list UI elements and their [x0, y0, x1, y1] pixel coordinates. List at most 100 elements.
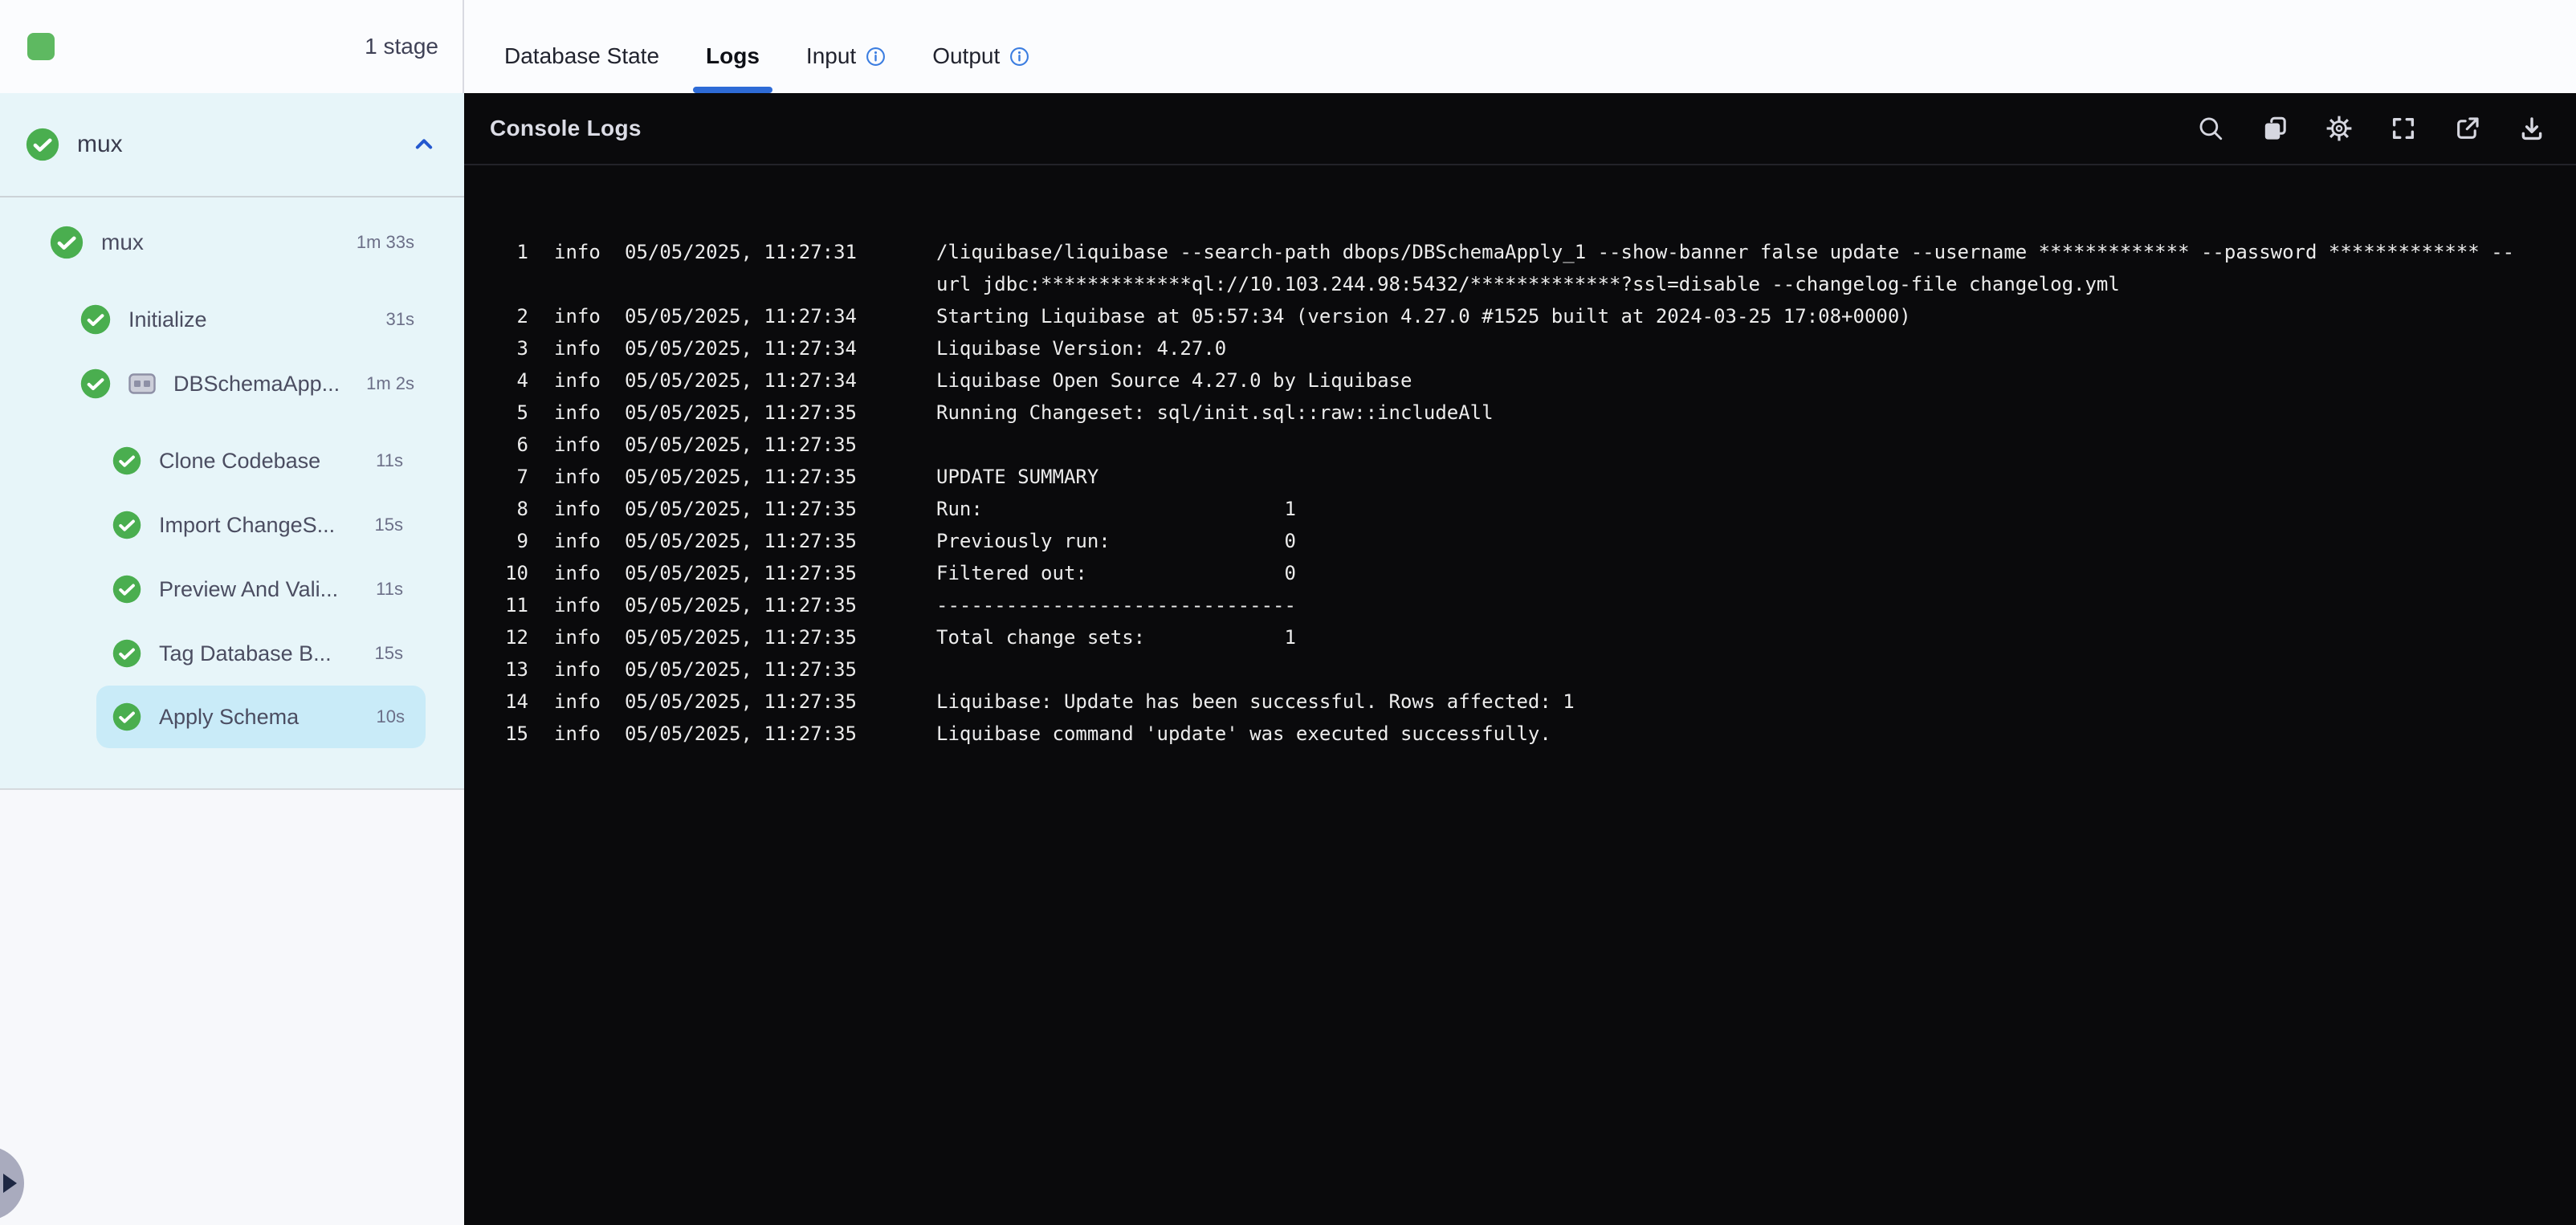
- success-check-icon: [112, 575, 141, 604]
- success-check-icon: [112, 511, 141, 539]
- log-toolbar: [2197, 115, 2545, 142]
- stage-status-chip[interactable]: [27, 33, 55, 60]
- log-line-number: 15: [505, 722, 528, 745]
- log-level: info: [554, 241, 601, 263]
- log-message: [936, 653, 2550, 686]
- log-timestamp: 05/05/2025, 11:27:35: [625, 433, 857, 456]
- open-in-new-icon[interactable]: [2454, 115, 2481, 142]
- console-log-header: Console Logs: [464, 93, 2576, 165]
- log-level: info: [554, 722, 601, 745]
- log-message: Total change sets: 1: [936, 626, 1296, 649]
- download-icon[interactable]: [2518, 115, 2545, 142]
- log-message: Previously run: 0: [936, 530, 1296, 552]
- log-timestamp: 05/05/2025, 11:27:35: [625, 530, 857, 552]
- tree-node-apply-schema[interactable]: Apply Schema 10s: [96, 686, 426, 748]
- stage-panel: mux mux 1m 33s Initialize 31s DBSchemaApp...…: [0, 93, 464, 790]
- stage-name: mux: [77, 131, 123, 157]
- tree-node-import-changes[interactable]: Import ChangeS... 15s: [0, 493, 464, 557]
- info-icon[interactable]: [866, 47, 886, 67]
- log-level: info: [554, 305, 601, 328]
- log-line: 8 info 05/05/2025, 11:27:35 Run: 1: [504, 493, 2550, 525]
- log-line: 1 info 05/05/2025, 11:27:31 /liquibase/l…: [504, 236, 2550, 300]
- log-message: Liquibase: Update has been successful. R…: [936, 690, 1575, 713]
- log-message: Liquibase Version: 4.27.0: [936, 337, 1227, 360]
- log-message: Run: 1: [936, 498, 1296, 520]
- tree-node-label: DBSchemaApp...: [173, 371, 340, 396]
- log-level: info: [554, 594, 601, 617]
- log-timestamp: 05/05/2025, 11:27:35: [625, 562, 857, 584]
- detail-tabs: Database State Logs Input Output: [464, 0, 1029, 93]
- fullscreen-icon[interactable]: [2390, 115, 2417, 142]
- log-line: 2 info 05/05/2025, 11:27:34 Starting Liq…: [504, 300, 2550, 332]
- tab-database-state[interactable]: Database State: [504, 19, 659, 93]
- log-message: Running Changeset: sql/init.sql::raw::in…: [936, 401, 1494, 424]
- log-line-number: 8: [516, 498, 528, 520]
- log-level: info: [554, 690, 601, 713]
- log-line-number: 1: [516, 241, 528, 263]
- log-level: info: [554, 658, 601, 681]
- success-check-icon: [50, 226, 84, 259]
- tree-node-initialize[interactable]: Initialize 31s: [0, 287, 464, 352]
- console-log-body[interactable]: 1 info 05/05/2025, 11:27:31 /liquibase/l…: [464, 165, 2576, 750]
- log-line: 3 info 05/05/2025, 11:27:34 Liquibase Ve…: [504, 332, 2550, 364]
- log-level: info: [554, 401, 601, 424]
- log-line: 6 info 05/05/2025, 11:27:35: [504, 429, 2550, 461]
- step-group-icon: [128, 373, 156, 394]
- success-check-icon: [112, 446, 141, 475]
- log-timestamp: 05/05/2025, 11:27:35: [625, 466, 857, 488]
- search-icon[interactable]: [2197, 115, 2224, 142]
- tree-node-label: Clone Codebase: [159, 448, 321, 473]
- tree-node-label: Initialize: [128, 307, 207, 332]
- copy-icon[interactable]: [2261, 115, 2289, 142]
- duration-label: 1m 2s: [366, 373, 414, 393]
- settings-icon[interactable]: [2325, 115, 2353, 142]
- log-line-number: 6: [516, 433, 528, 456]
- log-message: UPDATE SUMMARY: [936, 466, 1099, 488]
- tab-label: Logs: [706, 43, 760, 68]
- log-line-number: 11: [505, 594, 528, 617]
- log-level: info: [554, 562, 601, 584]
- log-line: 5 info 05/05/2025, 11:27:35 Running Chan…: [504, 397, 2550, 429]
- log-timestamp: 05/05/2025, 11:27:35: [625, 498, 857, 520]
- tab-label: Output: [932, 43, 1001, 68]
- console-log-panel: Console Logs 1 info 05/05/2025, 11:27:31…: [464, 93, 2576, 1225]
- duration-label: 11s: [376, 579, 403, 599]
- tree-node-clone-codebase[interactable]: Clone Codebase 11s: [0, 429, 464, 493]
- stage-count-label: 1 stage: [365, 34, 438, 59]
- log-message: /liquibase/liquibase --search-path dbops…: [936, 241, 2515, 295]
- log-level: info: [554, 530, 601, 552]
- success-check-icon: [80, 368, 111, 399]
- log-timestamp: 05/05/2025, 11:27:35: [625, 594, 857, 617]
- success-check-icon: [112, 702, 141, 731]
- tree-node-tag-database-b[interactable]: Tag Database B... 15s: [0, 621, 464, 686]
- tab-logs[interactable]: Logs: [693, 19, 772, 93]
- log-level: info: [554, 466, 601, 488]
- tab-label: Input: [805, 43, 857, 68]
- log-line-number: 3: [516, 337, 528, 360]
- tab-output[interactable]: Output: [932, 19, 1029, 93]
- tree-node-label: Tag Database B...: [159, 641, 332, 665]
- duration-label: 11s: [376, 450, 403, 470]
- tree-node-dbschemaapp[interactable]: DBSchemaApp... 1m 2s: [0, 352, 464, 416]
- log-line: 4 info 05/05/2025, 11:27:34 Liquibase Op…: [504, 364, 2550, 397]
- chevron-up-icon[interactable]: [413, 133, 435, 156]
- tree-node-preview-and-vali[interactable]: Preview And Vali... 11s: [0, 557, 464, 621]
- stage-header-mux[interactable]: mux: [0, 93, 464, 196]
- log-line-number: 4: [516, 369, 528, 392]
- log-line-number: 5: [516, 401, 528, 424]
- log-line-number: 10: [505, 562, 528, 584]
- log-timestamp: 05/05/2025, 11:27:35: [625, 626, 857, 649]
- log-line: 15 info 05/05/2025, 11:27:35 Liquibase c…: [504, 718, 2550, 750]
- tree-node-mux[interactable]: mux 1m 33s: [0, 210, 464, 275]
- duration-label: 10s: [376, 706, 405, 726]
- log-line-number: 12: [505, 626, 528, 649]
- log-timestamp: 05/05/2025, 11:27:31: [625, 241, 857, 263]
- duration-label: 1m 33s: [356, 232, 414, 252]
- log-level: info: [554, 626, 601, 649]
- log-line: 13 info 05/05/2025, 11:27:35: [504, 653, 2550, 686]
- duration-label: 31s: [385, 309, 414, 329]
- log-line: 10 info 05/05/2025, 11:27:35 Filtered ou…: [504, 557, 2550, 589]
- info-icon[interactable]: [1009, 47, 1029, 67]
- tab-input[interactable]: Input: [806, 19, 886, 93]
- log-line: 14 info 05/05/2025, 11:27:35 Liquibase: …: [504, 686, 2550, 718]
